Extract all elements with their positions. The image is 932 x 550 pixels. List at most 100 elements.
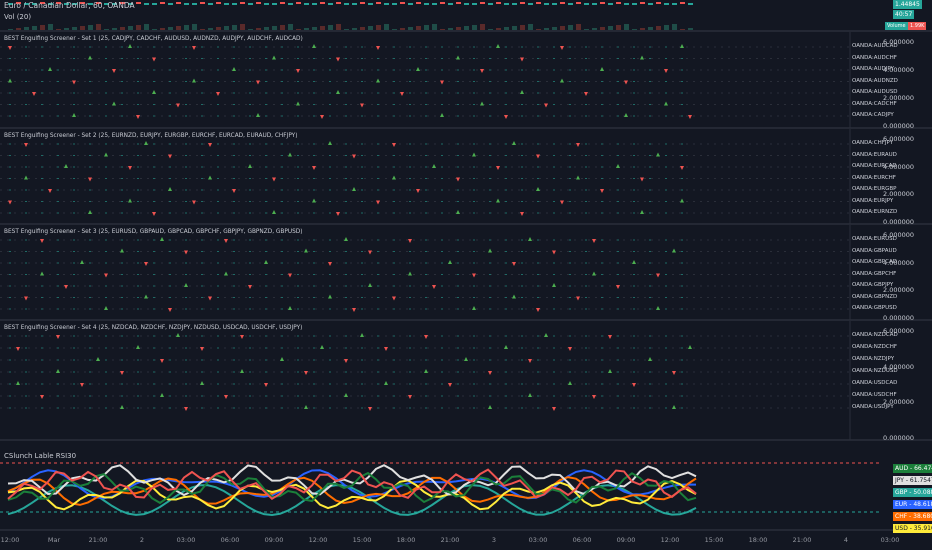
dot-marker xyxy=(473,359,475,361)
bearish-signal xyxy=(640,177,644,182)
dot-marker xyxy=(457,274,459,275)
candle xyxy=(288,3,293,5)
dot-marker xyxy=(409,285,411,287)
bullish-signal xyxy=(208,175,212,180)
dot-marker xyxy=(521,395,523,397)
bullish-signal xyxy=(496,198,500,203)
dot-marker xyxy=(681,69,683,71)
dot-marker xyxy=(105,189,107,191)
dot-marker xyxy=(105,81,107,82)
dot-marker xyxy=(633,115,635,117)
dot-marker xyxy=(233,201,235,202)
dot-marker xyxy=(137,371,139,373)
dot-marker xyxy=(313,58,315,59)
bearish-signal xyxy=(120,371,124,375)
dot-marker xyxy=(89,251,91,252)
dot-marker xyxy=(553,212,555,214)
bearish-signal xyxy=(512,262,516,266)
dot-marker xyxy=(265,92,267,94)
dot-marker xyxy=(457,104,459,105)
dot-marker xyxy=(569,115,571,117)
dot-marker xyxy=(169,335,171,337)
dot-marker xyxy=(585,335,587,337)
dot-marker xyxy=(521,297,523,298)
dot-marker xyxy=(569,274,571,275)
dot-marker xyxy=(329,201,331,202)
dot-marker xyxy=(233,262,235,264)
dot-marker xyxy=(569,46,571,48)
bullish-signal xyxy=(536,187,540,191)
dot-marker xyxy=(377,178,379,179)
dot-marker xyxy=(553,189,555,191)
dot-marker xyxy=(585,297,587,298)
dot-marker xyxy=(105,359,107,361)
dot-marker xyxy=(185,262,187,264)
dot-marker xyxy=(361,143,363,145)
dot-marker xyxy=(441,58,443,59)
dot-marker xyxy=(617,251,619,252)
dot-marker xyxy=(601,347,603,349)
axis-label: 6.000000 xyxy=(883,135,915,143)
dot-marker xyxy=(153,155,155,156)
dot-marker xyxy=(153,46,155,48)
dot-marker xyxy=(633,251,635,252)
dot-marker xyxy=(137,251,139,252)
dot-marker xyxy=(281,201,283,202)
candle xyxy=(384,3,389,5)
dot-marker xyxy=(409,189,411,191)
dot-marker xyxy=(297,46,299,48)
bearish-signal xyxy=(48,189,52,193)
candle xyxy=(176,2,181,4)
chart-canvas[interactable] xyxy=(0,0,932,550)
bearish-signal xyxy=(576,143,580,147)
dot-marker xyxy=(665,115,667,117)
axis-label: 2.000000 xyxy=(883,286,915,295)
candle xyxy=(632,3,637,5)
dot-marker xyxy=(201,69,203,71)
dot-marker xyxy=(681,115,683,117)
dot-marker xyxy=(617,395,619,397)
dot-marker xyxy=(201,46,203,48)
dot-marker xyxy=(521,81,523,82)
candle xyxy=(312,3,317,5)
bullish-signal xyxy=(8,78,12,83)
bearish-signal xyxy=(392,143,396,147)
dot-marker xyxy=(441,251,443,252)
dot-marker xyxy=(185,297,187,298)
bullish-signal xyxy=(96,357,100,361)
bearish-signal xyxy=(480,69,484,73)
bearish-signal xyxy=(328,262,332,266)
dot-marker xyxy=(361,308,363,310)
dot-marker xyxy=(121,189,123,191)
bullish-signal xyxy=(464,357,468,361)
dot-marker xyxy=(665,81,667,82)
dot-marker xyxy=(329,178,331,179)
bullish-signal xyxy=(120,405,124,409)
dot-marker xyxy=(89,189,91,191)
candle xyxy=(408,3,413,5)
bullish-signal xyxy=(520,90,524,94)
dot-marker xyxy=(9,92,11,94)
dot-marker xyxy=(73,297,75,298)
dot-marker xyxy=(521,383,523,385)
xaxis-tick: 21:00 xyxy=(440,536,460,544)
dot-marker xyxy=(281,69,283,71)
dot-marker xyxy=(633,143,635,145)
bearish-signal xyxy=(160,359,164,363)
dot-marker xyxy=(297,212,299,214)
dot-marker xyxy=(345,81,347,82)
dot-marker xyxy=(73,201,75,202)
dot-marker xyxy=(233,285,235,287)
xaxis-tick: 03:00 xyxy=(528,536,548,544)
dot-marker xyxy=(9,285,11,287)
bearish-signal xyxy=(256,80,260,85)
dot-marker xyxy=(169,262,171,264)
dot-marker xyxy=(681,359,683,361)
dot-marker xyxy=(249,189,251,191)
screener-title: BEST Engulfing Screener - Set 1 (25, CAD… xyxy=(4,36,303,42)
volume-bar xyxy=(120,27,125,30)
dot-marker xyxy=(41,189,43,191)
bullish-signal xyxy=(328,141,332,145)
dot-marker xyxy=(489,274,491,275)
dot-marker xyxy=(265,155,267,156)
